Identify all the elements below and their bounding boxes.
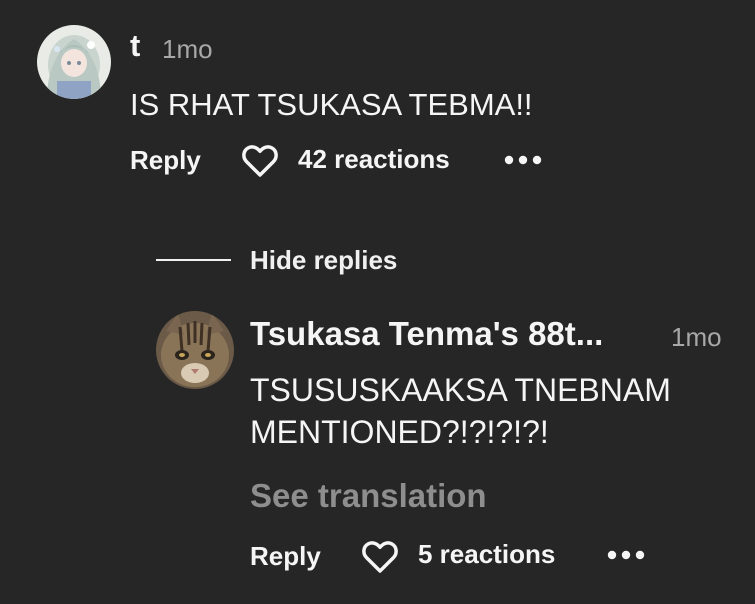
reply-text: TSUSUSKAAKSA TNEBNAM MENTIONED?!?!?!?! (250, 372, 671, 450)
anime-character-avatar-icon (37, 25, 111, 99)
reply-button[interactable]: Reply (250, 541, 321, 572)
avatar[interactable] (156, 311, 234, 389)
hide-replies-button[interactable]: Hide replies (250, 245, 397, 276)
replies-divider-line (156, 259, 231, 261)
more-horizontal-icon[interactable] (503, 150, 543, 170)
see-translation-link[interactable]: See translation (250, 477, 487, 515)
heart-outline-icon[interactable] (361, 538, 399, 574)
reactions-count[interactable]: 5 reactions (418, 539, 555, 570)
reply-timestamp: 1mo (671, 322, 722, 352)
reactions-count[interactable]: 42 reactions (298, 144, 450, 175)
avatar[interactable] (37, 25, 111, 99)
comment-username[interactable]: t (130, 28, 140, 64)
reply-button[interactable]: Reply (130, 145, 201, 176)
cat-photo-avatar-icon (156, 311, 234, 389)
more-horizontal-icon[interactable] (606, 545, 646, 565)
comment-timestamp: 1mo (162, 34, 213, 64)
comment-text: IS RHAT TSUKASA TEBMA!! (130, 87, 533, 122)
reply-username[interactable]: Tsukasa Tenma's 88t... (250, 315, 603, 353)
heart-outline-icon[interactable] (241, 142, 279, 178)
